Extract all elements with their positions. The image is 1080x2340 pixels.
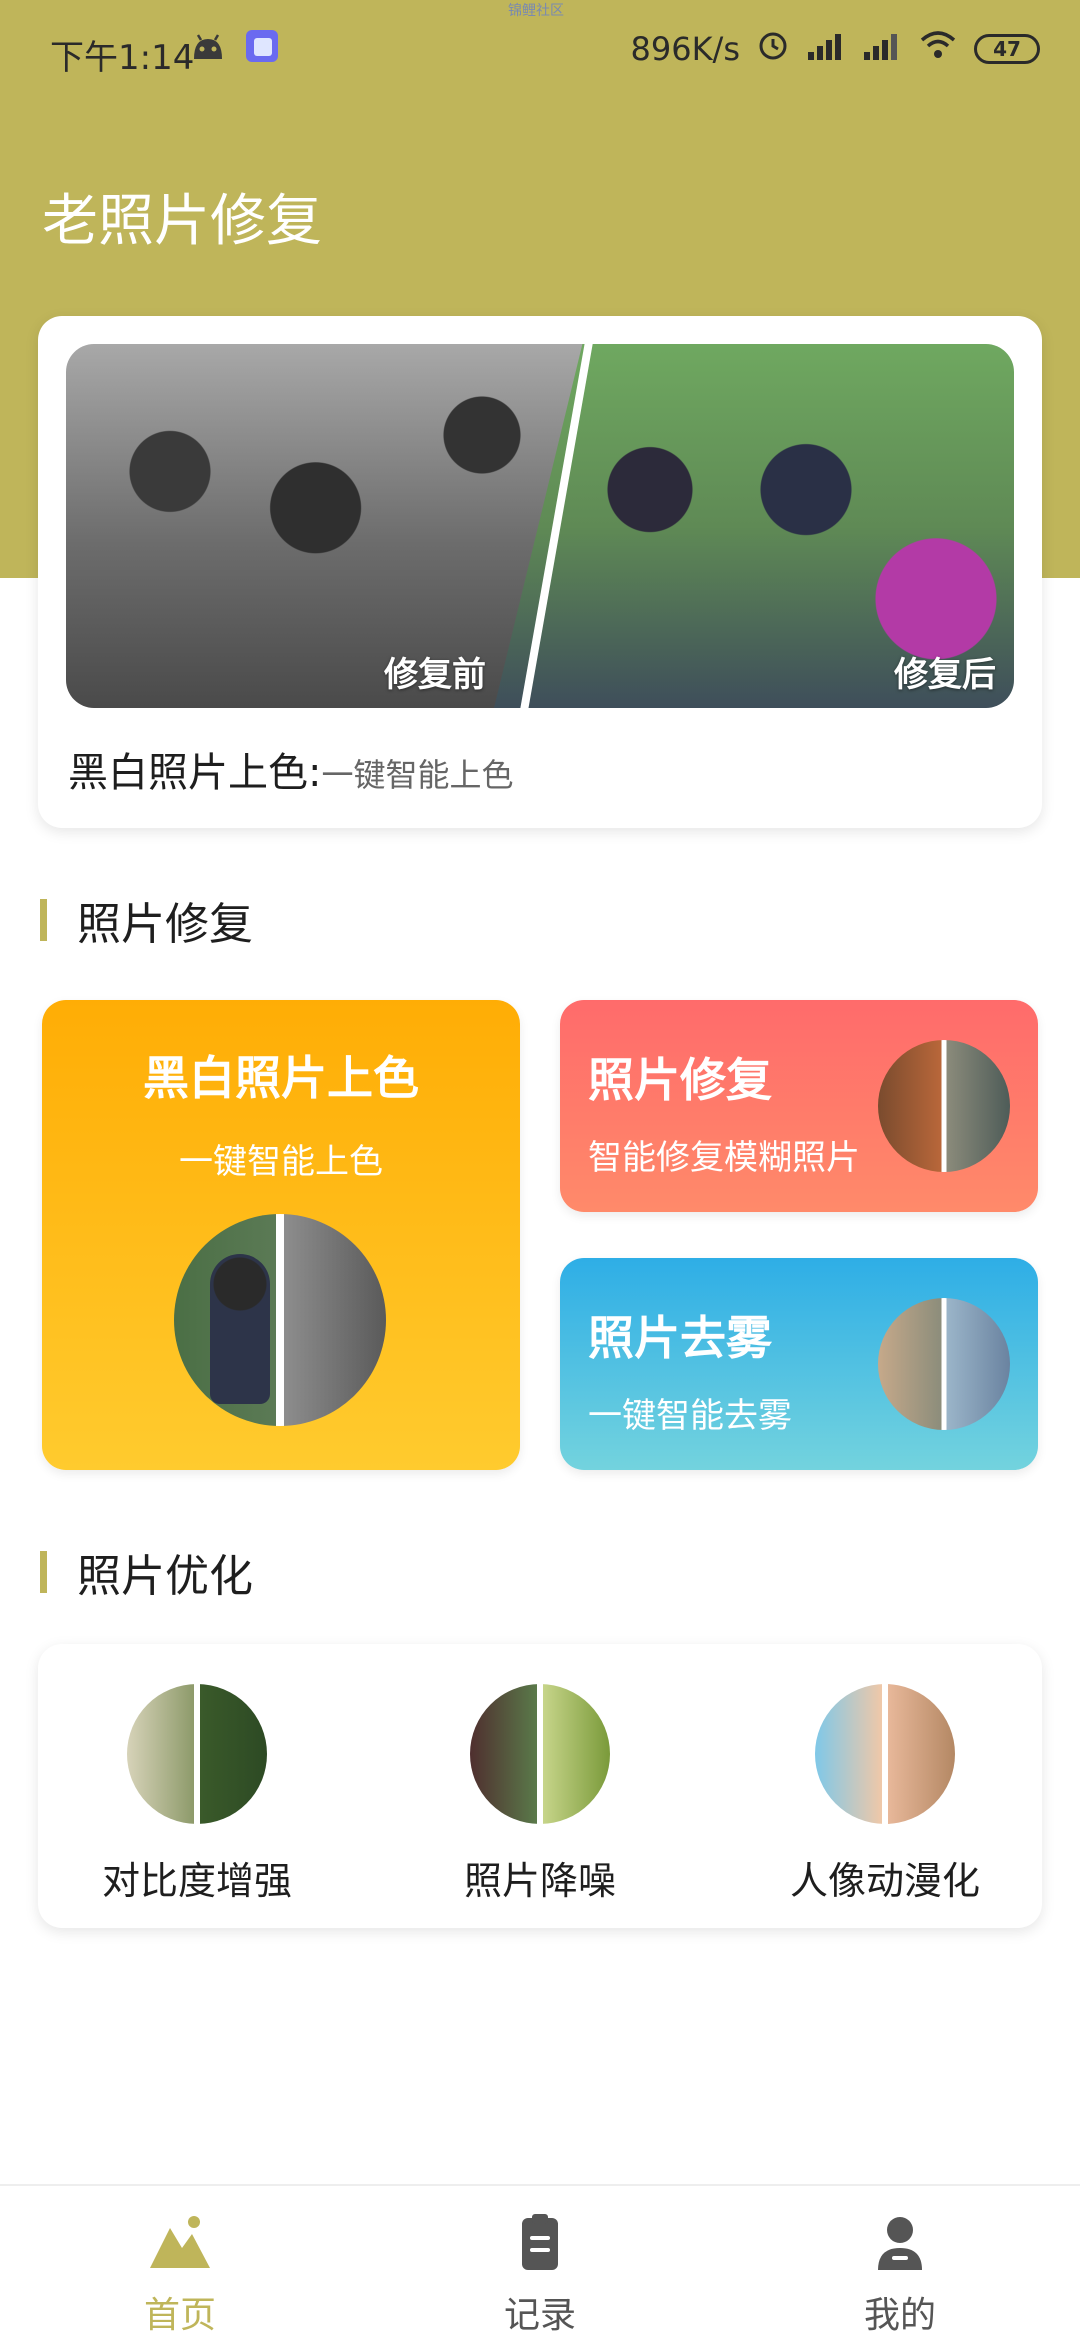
nav-label: 记录 [503, 2295, 576, 2336]
section-accent-bar [40, 899, 47, 941]
optimize-item-label: 人像动漫化 [789, 1859, 980, 1903]
nav-profile[interactable]: 我的 [800, 2212, 1000, 2338]
repair-title: 照片修复 [588, 1053, 772, 1107]
optimize-item-anime[interactable]: 人像动漫化 [760, 1684, 1010, 1905]
section-title-text: 照片优化 [77, 1551, 253, 1602]
optimize-item-contrast[interactable]: 对比度增强 [72, 1684, 322, 1905]
watermark: 锦鲤社区 [508, 3, 564, 19]
banner-before-after-image: 修复前 修复后 [66, 344, 1014, 708]
banner-card[interactable]: 修复前 修复后 黑白照片上色: 一键智能上色 [38, 316, 1042, 828]
repair-card[interactable]: 照片修复 智能修复模糊照片 [560, 1000, 1038, 1212]
optimize-card: 对比度增强 照片降噪 人像动漫化 [38, 1644, 1042, 1928]
section-title-optimize: 照片优化 [40, 1540, 253, 1604]
nav-home[interactable]: 首页 [80, 2212, 280, 2338]
anime-thumbnail [815, 1684, 955, 1824]
page-title: 老照片修复 [42, 189, 322, 254]
banner-caption: 黑白照片上色: 一键智能上色 [68, 740, 514, 798]
battery-indicator: 47 [974, 34, 1040, 64]
nav-label: 首页 [143, 2295, 216, 2336]
dehaze-card[interactable]: 照片去雾 一键智能去雾 [560, 1258, 1038, 1470]
optimize-item-label: 对比度增强 [101, 1859, 292, 1903]
colorize-thumbnail [174, 1214, 386, 1426]
optimize-item-denoise[interactable]: 照片降噪 [415, 1684, 665, 1905]
contrast-thumbnail [127, 1684, 267, 1824]
section-title-repair: 照片修复 [40, 888, 253, 952]
alarm-icon [756, 28, 790, 70]
section-title-text: 照片修复 [77, 899, 253, 950]
banner-caption-subtitle: 一键智能上色 [321, 756, 514, 794]
colorize-card[interactable]: 黑白照片上色 一键智能上色 [42, 1000, 520, 1470]
clipboard-icon [508, 2212, 572, 2276]
nav-label: 我的 [863, 2295, 936, 2336]
mountain-icon [148, 2212, 212, 2276]
status-time: 下午1:14 [50, 38, 195, 78]
repair-thumbnail [878, 1040, 1010, 1172]
user-icon [868, 2212, 932, 2276]
app-notification-icon [244, 28, 280, 68]
colorize-title: 黑白照片上色 [143, 1051, 419, 1105]
denoise-thumbnail [470, 1684, 610, 1824]
network-speed: 896K/s [630, 30, 740, 68]
signal-icon [806, 28, 846, 70]
android-icon [190, 31, 226, 65]
dehaze-subtitle: 一键智能去雾 [588, 1396, 792, 1436]
wifi-icon [918, 28, 958, 70]
banner-caption-title: 黑白照片上色: [68, 750, 322, 796]
label-after: 修复后 [894, 655, 996, 695]
nav-records[interactable]: 记录 [440, 2212, 640, 2338]
bottom-nav: 首页 记录 我的 [0, 2184, 1080, 2340]
section-accent-bar [40, 1551, 47, 1593]
optimize-item-label: 照片降噪 [463, 1859, 616, 1903]
dehaze-title: 照片去雾 [588, 1311, 772, 1365]
dehaze-thumbnail [878, 1298, 1010, 1430]
colorize-subtitle: 一键智能上色 [179, 1142, 383, 1182]
signal-icon-2 [862, 28, 902, 70]
repair-subtitle: 智能修复模糊照片 [588, 1138, 860, 1178]
status-bar: 下午1:14 锦鲤社区 896K/s 47 [0, 0, 1080, 100]
label-before: 修复前 [384, 655, 486, 695]
